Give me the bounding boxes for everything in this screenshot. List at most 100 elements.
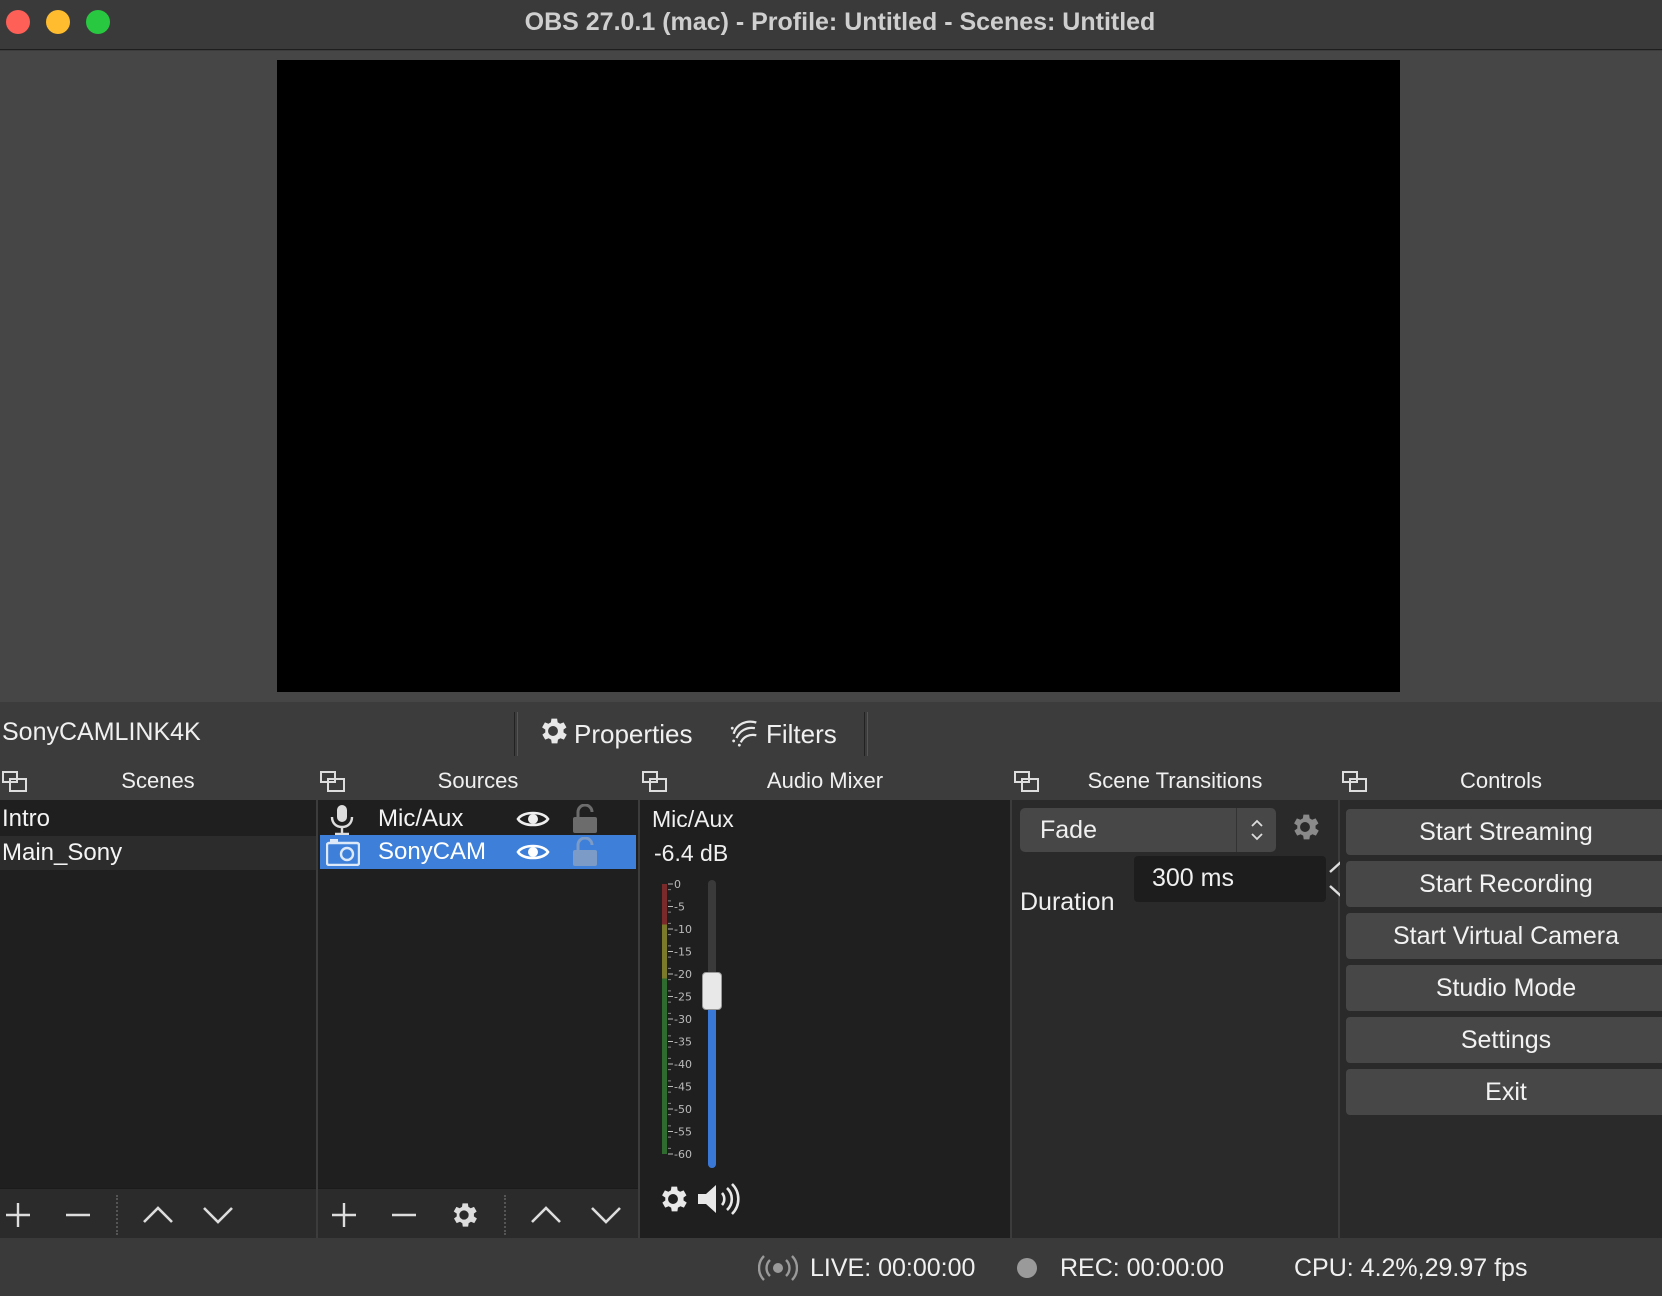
- scene-label: Intro: [2, 805, 51, 832]
- move-source-down-button[interactable]: [588, 1197, 624, 1233]
- source-context-bar: SonyCAMLINK4K Properties Filters: [0, 702, 1662, 764]
- start-virtual-camera-button[interactable]: Start Virtual Camera: [1346, 913, 1662, 959]
- title-bar: OBS 27.0.1 (mac) - Profile: Untitled - S…: [0, 0, 1662, 50]
- program-preview[interactable]: [277, 60, 1400, 692]
- scene-item-main-sony[interactable]: Main_Sony: [0, 836, 316, 870]
- meter-tick-label: -15: [674, 946, 692, 959]
- audio-mixer-dock: Audio Mixer Mic/Aux -6.4 dB 0 -5 -10 -15 -20…: [640, 764, 1010, 1238]
- source-item-mic-aux[interactable]: Mic/Aux: [318, 802, 638, 836]
- meter-tick-label: -40: [674, 1058, 692, 1071]
- move-source-up-button[interactable]: [528, 1197, 564, 1233]
- live-timer: LIVE: 00:00:00: [810, 1254, 976, 1282]
- meter-tick-label: -35: [674, 1036, 692, 1049]
- volume-slider-fill: [708, 990, 716, 1168]
- source-label: Mic/Aux: [378, 805, 464, 832]
- audio-mixer-title: Audio Mixer: [766, 768, 884, 793]
- scenes-title: Scenes: [121, 768, 195, 793]
- meter-tick-label: -45: [674, 1081, 692, 1094]
- meter-tick-label: -10: [674, 923, 692, 936]
- cpu-fps-readout: CPU: 4.2%,29.97 fps: [1294, 1254, 1528, 1282]
- dock-header: Controls: [1340, 764, 1662, 800]
- meter-tick-label: -55: [674, 1126, 692, 1139]
- source-item-sonycam[interactable]: SonyCAM: [320, 835, 636, 869]
- studio-mode-button[interactable]: Studio Mode: [1346, 965, 1662, 1011]
- meter-tick-label: -5: [674, 901, 685, 914]
- remove-source-button[interactable]: [386, 1197, 422, 1233]
- chevron-down-icon: [591, 1207, 621, 1224]
- speaker-icon[interactable]: [696, 1182, 742, 1221]
- chevron-down-icon: [203, 1207, 233, 1224]
- meter-tick-label: 0: [674, 878, 681, 891]
- move-scene-up-button[interactable]: [140, 1197, 176, 1233]
- dock-header: Sources: [318, 764, 638, 800]
- minus-icon: [392, 1213, 416, 1217]
- transition-select[interactable]: Fade: [1020, 808, 1276, 852]
- minus-icon: [66, 1213, 90, 1217]
- volume-slider-handle[interactable]: [702, 971, 722, 1010]
- volume-slider-track[interactable]: [702, 880, 722, 1168]
- filters-icon: [728, 714, 766, 755]
- meter-tick-label: -30: [674, 1013, 692, 1026]
- selected-source-name: SonyCAMLINK4K: [2, 718, 201, 746]
- scene-label: Main_Sony: [2, 839, 123, 866]
- broadcast-icon: [757, 1254, 799, 1287]
- plus-icon: [6, 1203, 30, 1227]
- remove-scene-button[interactable]: [60, 1197, 96, 1233]
- chevron-up-icon: [531, 1206, 561, 1223]
- sources-list: Mic/Aux SonyCAM: [318, 800, 638, 1238]
- gear-icon: [453, 1203, 477, 1227]
- properties-button[interactable]: Properties: [536, 714, 693, 754]
- eye-icon[interactable]: [516, 841, 550, 870]
- gear-icon: [536, 714, 574, 755]
- sources-dock: Sources Mic/Aux SonyCAM: [318, 764, 638, 1238]
- sources-toolbar: [318, 1188, 638, 1238]
- filters-label: Filters: [766, 718, 837, 749]
- duration-label: Duration: [1020, 888, 1115, 916]
- unlock-icon[interactable]: [572, 836, 598, 874]
- preview-area: [0, 51, 1662, 702]
- scenes-list: Intro Main_Sony: [0, 800, 316, 1238]
- window-title: OBS 27.0.1 (mac) - Profile: Untitled - S…: [524, 8, 1156, 36]
- dock-header: Audio Mixer: [640, 764, 1010, 800]
- move-scene-down-button[interactable]: [200, 1197, 236, 1233]
- camera-icon: [325, 838, 361, 873]
- meter-segment: [662, 978, 667, 1154]
- scenes-dock: Scenes Intro Main_Sony: [0, 764, 316, 1238]
- duration-value: 300 ms: [1152, 864, 1234, 892]
- dock-header: Scenes: [0, 764, 316, 800]
- audio-settings-gear-icon[interactable]: [656, 1182, 690, 1221]
- updown-chevron-icon: [1236, 808, 1276, 852]
- transition-settings-gear-icon[interactable]: [1288, 810, 1322, 849]
- source-properties-button[interactable]: [446, 1197, 482, 1233]
- mixer-level-readout: -6.4 dB: [654, 840, 729, 866]
- scenes-toolbar: [0, 1188, 316, 1238]
- audio-mixer-body: Mic/Aux -6.4 dB 0 -5 -10 -15 -20 -25 -30 -35 -40…: [640, 800, 1010, 1238]
- sources-title: Sources: [437, 768, 519, 793]
- exit-button[interactable]: Exit: [1346, 1069, 1662, 1115]
- dock-header: Scene Transitions: [1012, 764, 1338, 800]
- plus-icon: [332, 1203, 356, 1227]
- meter-tick-label: -25: [674, 991, 692, 1004]
- chevron-up-icon: [143, 1206, 173, 1223]
- meter-segment: [662, 884, 667, 925]
- properties-label: Properties: [574, 718, 693, 749]
- status-bar: LIVE: 00:00:00 REC: 00:00:00 CPU: 4.2%,2…: [0, 1238, 1662, 1296]
- filters-button[interactable]: Filters: [728, 714, 837, 754]
- scene-item-intro[interactable]: Intro: [0, 802, 316, 836]
- duration-spinbox[interactable]: 300 ms: [1134, 856, 1353, 902]
- scene-transitions-title: Scene Transitions: [1087, 768, 1263, 793]
- meter-tick-label: -60: [674, 1148, 692, 1161]
- rec-timer: REC: 00:00:00: [1060, 1254, 1224, 1282]
- controls-title: Controls: [1460, 768, 1542, 793]
- start-streaming-button[interactable]: Start Streaming: [1346, 809, 1662, 855]
- mixer-channel-name: Mic/Aux: [652, 806, 734, 832]
- transition-select-value: Fade: [1040, 816, 1097, 844]
- record-indicator-icon: [1017, 1258, 1037, 1278]
- eye-icon[interactable]: [516, 808, 550, 837]
- settings-button[interactable]: Settings: [1346, 1017, 1662, 1063]
- start-recording-button[interactable]: Start Recording: [1346, 861, 1662, 907]
- add-source-button[interactable]: [326, 1197, 362, 1233]
- toolbar-divider: [504, 1195, 506, 1235]
- meter-segment: [662, 924, 667, 979]
- add-scene-button[interactable]: [0, 1197, 36, 1233]
